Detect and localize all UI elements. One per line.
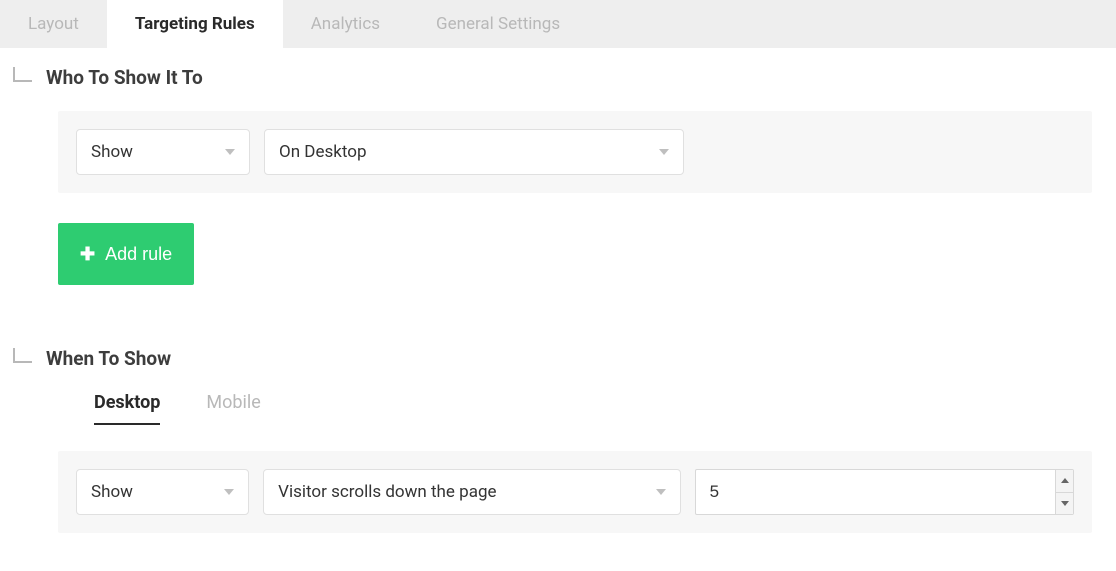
who-action-select[interactable]: Show <box>76 129 250 175</box>
when-condition-select[interactable]: Visitor scrolls down the page <box>263 469 680 515</box>
tab-layout[interactable]: Layout <box>0 0 107 48</box>
who-condition-select[interactable]: On Desktop <box>264 129 684 175</box>
sub-tab-desktop[interactable]: Desktop <box>94 392 160 425</box>
number-spinner <box>1055 470 1073 514</box>
add-rule-button[interactable]: ✚ Add rule <box>58 223 194 285</box>
when-rule-panel: Show Visitor scrolls down the page <box>58 451 1092 533</box>
tree-branch-icon <box>12 67 34 85</box>
who-action-value: Show <box>91 142 133 162</box>
tab-targeting-rules[interactable]: Targeting Rules <box>107 0 283 48</box>
spinner-up-button[interactable] <box>1056 470 1073 493</box>
chevron-down-icon <box>656 489 666 495</box>
who-section-header: Who To Show It To <box>12 66 1104 89</box>
chevron-down-icon <box>659 149 669 155</box>
who-rule-panel: Show On Desktop <box>58 111 1092 193</box>
when-value-input[interactable] <box>696 470 1055 514</box>
when-value-input-wrap <box>695 469 1074 515</box>
tab-general-settings[interactable]: General Settings <box>408 0 588 48</box>
when-action-value: Show <box>91 482 133 502</box>
who-rule-row: Show On Desktop <box>76 129 1074 175</box>
main-tab-bar: Layout Targeting Rules Analytics General… <box>0 0 1116 48</box>
tree-branch-icon <box>12 348 34 366</box>
add-rule-label: Add rule <box>105 244 172 265</box>
when-section-header: When To Show <box>12 347 1104 370</box>
who-condition-value: On Desktop <box>279 142 367 162</box>
arrow-up-icon <box>1061 478 1069 483</box>
tab-analytics[interactable]: Analytics <box>283 0 408 48</box>
sub-tab-mobile[interactable]: Mobile <box>206 392 260 425</box>
chevron-down-icon <box>224 489 234 495</box>
when-condition-value: Visitor scrolls down the page <box>278 482 496 502</box>
when-section-title: When To Show <box>46 347 171 370</box>
when-sub-tabs: Desktop Mobile <box>94 392 1104 425</box>
who-section-title: Who To Show It To <box>46 66 203 89</box>
arrow-down-icon <box>1061 501 1069 506</box>
when-action-select[interactable]: Show <box>76 469 249 515</box>
spinner-down-button[interactable] <box>1056 493 1073 515</box>
plus-icon: ✚ <box>80 244 95 265</box>
when-rule-row: Show Visitor scrolls down the page <box>76 469 1074 515</box>
chevron-down-icon <box>225 149 235 155</box>
